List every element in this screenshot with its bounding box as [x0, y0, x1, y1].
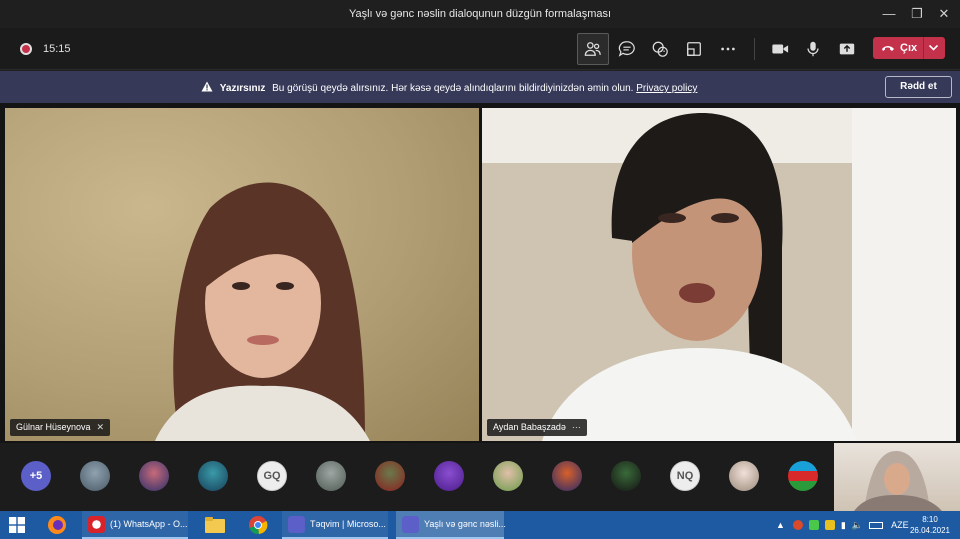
participant-2-video-image — [482, 108, 956, 441]
camera-button[interactable] — [764, 33, 796, 65]
windows-taskbar: (1) WhatsApp - O... Təqvim | Microso... … — [0, 511, 960, 539]
people-button[interactable] — [577, 33, 609, 65]
video-stage: Gülnar Hüseynova ✕ Aydan Babaşzadə ⋯ — [0, 103, 960, 443]
video-tile-participant-2[interactable]: Aydan Babaşzadə ⋯ — [482, 108, 956, 441]
banner-title: Yazırsınız — [219, 83, 266, 94]
tray-app-icon[interactable] — [792, 520, 803, 530]
participant-2-nametag: Aydan Babaşzadə ⋯ — [487, 419, 587, 436]
participant-strip: +5 GQ NQ — [0, 443, 960, 511]
share-icon — [839, 43, 855, 55]
participant-avatar[interactable] — [434, 461, 464, 491]
firefox-taskbar-icon[interactable] — [42, 511, 72, 539]
taskbar-app-label: Təqvim | Microso... — [310, 519, 386, 529]
taskbar-clock[interactable]: 8:10 26.04.2021 — [905, 514, 955, 536]
participant-avatar[interactable] — [198, 461, 228, 491]
participant-avatar[interactable] — [552, 461, 582, 491]
reactions-icon — [652, 41, 668, 57]
overflow-participants-badge[interactable]: +5 — [21, 461, 51, 491]
system-tray: ▲ ▮ 🔈 AZE — [776, 511, 909, 539]
rooms-button[interactable] — [678, 33, 710, 65]
firefox-icon — [48, 516, 66, 534]
teams-icon — [402, 516, 419, 533]
participant-avatar[interactable] — [729, 461, 759, 491]
video-tile-participant-1[interactable]: Gülnar Hüseynova ✕ — [5, 108, 479, 441]
leave-label: Çıx — [900, 42, 918, 54]
participant-avatar[interactable] — [375, 461, 405, 491]
mic-icon — [807, 41, 819, 57]
minimize-icon[interactable]: — — [879, 4, 899, 24]
banner-message: Bu görüşü qeydə alırsınız. Hər kəsə qeyd… — [272, 83, 634, 94]
participant-initials-avatar[interactable]: GQ — [257, 461, 287, 491]
recording-icon — [20, 43, 32, 55]
leave-divider — [923, 37, 924, 59]
participant-initials-avatar[interactable]: NQ — [670, 461, 700, 491]
chrome-icon — [249, 516, 268, 535]
participant-2-name: Aydan Babaşzadə — [493, 422, 566, 432]
taskbar-app-calendar[interactable]: Təqvim | Microso... — [282, 511, 388, 539]
phone-hangup-icon — [882, 46, 894, 51]
taskbar-app-whatsapp[interactable]: (1) WhatsApp - O... — [82, 511, 188, 539]
share-button[interactable] — [831, 33, 863, 65]
volume-icon[interactable]: 🔈 — [852, 520, 863, 531]
start-button[interactable] — [0, 511, 34, 539]
people-icon — [584, 42, 601, 56]
participant-avatar[interactable] — [139, 461, 169, 491]
battery-icon[interactable] — [869, 521, 884, 529]
clock-time: 8:10 — [922, 515, 938, 524]
self-video-image — [854, 451, 942, 511]
self-video-preview[interactable] — [834, 443, 960, 511]
close-icon[interactable]: ✕ — [934, 4, 954, 24]
network-icon[interactable]: ▮ — [841, 520, 846, 531]
warning-icon — [201, 81, 213, 92]
participant-1-nametag: Gülnar Hüseynova ✕ — [10, 419, 111, 436]
taskbar-app-label: Yaşlı və gənc nəsli... — [424, 519, 506, 529]
participant-avatar[interactable] — [788, 461, 818, 491]
meeting-toolbar: 15:15 Çıx — [0, 28, 960, 70]
title-bar: Yaşlı və gənc nəslin dialoqunun düzgün f… — [0, 0, 960, 28]
chrome-taskbar-icon[interactable] — [243, 511, 273, 539]
restore-icon[interactable]: ❐ — [907, 4, 927, 24]
taskbar-app-meeting[interactable]: Yaşlı və gənc nəsli... — [396, 511, 506, 539]
banner-message-row: Yazırsınız Bu görüşü qeydə alırsınız. Hə… — [201, 81, 697, 94]
camera-icon — [772, 44, 789, 54]
dismiss-button[interactable]: Rədd et — [885, 76, 952, 98]
chat-icon — [618, 41, 635, 57]
privacy-policy-link[interactable]: Privacy policy — [636, 83, 697, 94]
teams-icon — [288, 516, 305, 533]
taskbar-app-label: (1) WhatsApp - O... — [110, 519, 188, 529]
window-title: Yaşlı və gənc nəslin dialoqunun düzgün f… — [348, 8, 612, 20]
tray-app-icon[interactable] — [824, 520, 835, 530]
participant-avatar[interactable] — [611, 461, 641, 491]
mic-button[interactable] — [797, 33, 829, 65]
clock-date: 26.04.2021 — [909, 526, 951, 535]
participant-avatar[interactable] — [493, 461, 523, 491]
opera-icon — [88, 516, 105, 533]
reactions-button[interactable] — [644, 33, 676, 65]
tray-chevron-icon[interactable]: ▲ — [776, 520, 785, 530]
teams-meeting-window: Yaşlı və gənc nəslin dialoqunun düzgün f… — [0, 0, 960, 539]
toolbar-divider — [754, 38, 755, 60]
tray-app-icon[interactable] — [808, 520, 819, 530]
more-actions-button[interactable] — [712, 33, 744, 65]
more-icon — [721, 47, 735, 51]
chat-button[interactable] — [611, 33, 643, 65]
participant-avatar[interactable] — [316, 461, 346, 491]
recording-banner: Yazırsınız Bu görüşü qeydə alırsınız. Hə… — [0, 71, 960, 103]
participant-avatar[interactable] — [80, 461, 110, 491]
file-explorer-taskbar-icon[interactable] — [200, 511, 230, 539]
chevron-down-icon[interactable] — [928, 43, 939, 53]
mic-off-icon: ✕ — [96, 422, 105, 432]
more-icon[interactable]: ⋯ — [572, 422, 581, 432]
folder-icon — [205, 517, 225, 533]
leave-button[interactable]: Çıx — [873, 37, 945, 59]
windows-logo-icon — [9, 517, 25, 533]
participant-1-video-image — [155, 182, 370, 441]
participant-1-name: Gülnar Hüseynova — [16, 422, 91, 432]
meeting-timer: 15:15 — [43, 43, 71, 55]
breakout-rooms-icon — [687, 42, 701, 56]
